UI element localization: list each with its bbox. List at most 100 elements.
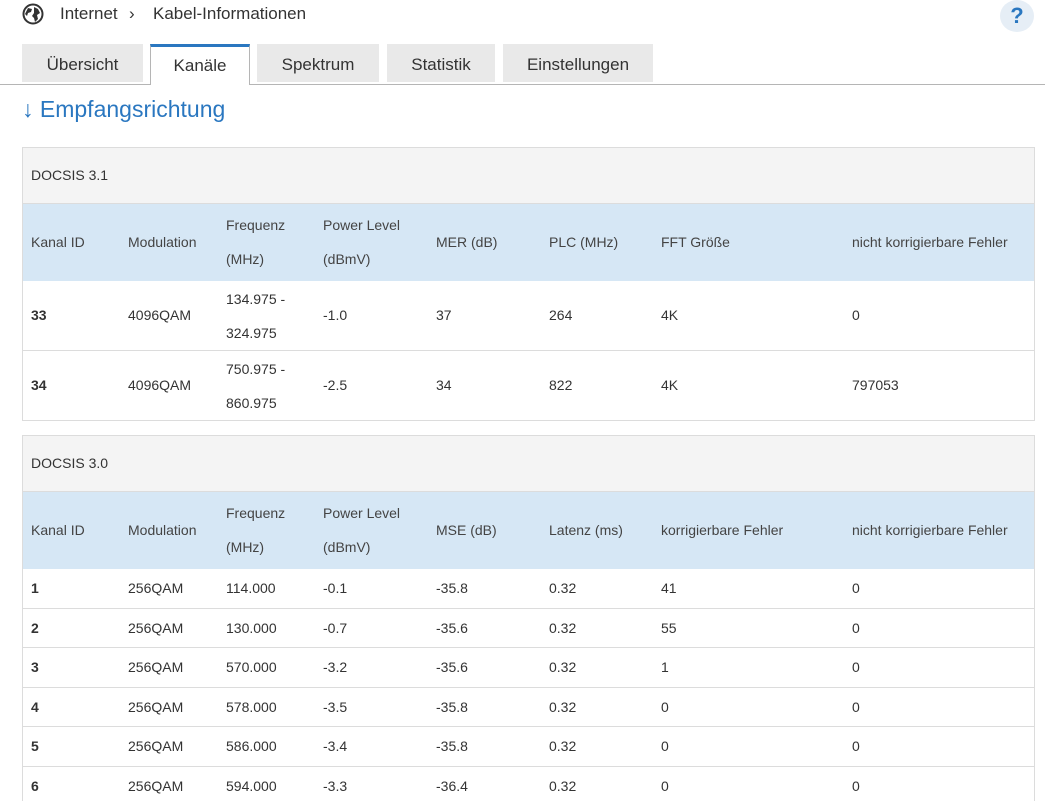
- cell-modulation: 256QAM: [128, 699, 183, 715]
- cell-modulation: 4096QAM: [128, 307, 191, 323]
- cell-mse: -35.6: [436, 659, 468, 675]
- col-fft: FFT Größe: [661, 234, 730, 250]
- cell-fft: 4K: [661, 377, 678, 393]
- col-mer: MER (dB): [436, 234, 497, 250]
- docsis30-table: DOCSIS 3.0 Kanal ID Modulation Frequenz(…: [22, 435, 1035, 801]
- cell-korrigierbar: 0: [661, 699, 669, 715]
- cell-nicht-korrigierbar: 0: [852, 580, 860, 596]
- tab-kanaele[interactable]: Kanäle: [150, 44, 250, 85]
- cell-nicht-korrigierbar: 0: [852, 659, 860, 675]
- cell-frequenz: 586.000: [226, 738, 277, 754]
- cell-kanal-id: 3: [31, 659, 39, 675]
- cell-kanal-id: 1: [31, 580, 39, 596]
- cell-frequenz: 130.000: [226, 620, 277, 636]
- cell-latenz: 0.32: [549, 620, 576, 636]
- col-modulation: Modulation: [128, 234, 197, 250]
- cell-power: -0.7: [323, 620, 347, 636]
- cell-kanal-id: 6: [31, 778, 39, 794]
- table-row: 6 256QAM 594.000 -3.3 -36.4 0.32 0 0: [23, 767, 1034, 805]
- col-frequenz: Frequenz(MHz): [226, 496, 285, 564]
- col-power-line2: (dBmV): [323, 251, 370, 267]
- globe-icon: [22, 3, 44, 25]
- col-power-line1: Power Level: [323, 505, 400, 521]
- cell-mse: -35.6: [436, 620, 468, 636]
- cell-korrigierbar: 0: [661, 778, 669, 794]
- cell-frequenz-line1: 750.975 -: [226, 361, 285, 377]
- cell-modulation: 256QAM: [128, 738, 183, 754]
- cell-mer: 34: [436, 377, 452, 393]
- cell-frequenz: 134.975 - 324.975: [226, 282, 285, 350]
- cell-nicht-korrigierbar: 0: [852, 778, 860, 794]
- col-power: Power Level (dBmV): [323, 496, 400, 564]
- table-row: 34 4096QAM 750.975 -860.975 -2.5 34 822 …: [23, 351, 1034, 420]
- cell-frequenz: 578.000: [226, 699, 277, 715]
- cell-korrigierbar: 0: [661, 738, 669, 754]
- cell-plc: 822: [549, 377, 572, 393]
- col-plc: PLC (MHz): [549, 234, 618, 250]
- col-latenz: Latenz (ms): [549, 522, 623, 538]
- table-row: 2 256QAM 130.000 -0.7 -35.6 0.32 55 0: [23, 609, 1034, 649]
- cell-nicht-korrigierbar: 0: [852, 307, 860, 323]
- col-nicht-korrigierbar: nicht korrigierbare Fehler: [852, 234, 1008, 250]
- cell-kanal-id: 4: [31, 699, 39, 715]
- col-power: Power Level (dBmV): [323, 208, 400, 276]
- tab-statistik[interactable]: Statistik: [387, 44, 495, 82]
- panel-title: DOCSIS 3.0: [23, 436, 1034, 492]
- cell-nicht-korrigierbar: 0: [852, 620, 860, 636]
- cell-power: -3.3: [323, 778, 347, 794]
- col-power-line1: Power Level: [323, 217, 400, 233]
- cell-fft: 4K: [661, 307, 678, 323]
- cell-frequenz: 750.975 - 860.975: [226, 352, 285, 420]
- table-row: 5 256QAM 586.000 -3.4 -35.8 0.32 0 0: [23, 727, 1034, 767]
- tab-einstellungen[interactable]: Einstellungen: [503, 44, 653, 82]
- breadcrumb: Internet › Kabel-Informationen ?: [0, 0, 1045, 32]
- docsis31-table: DOCSIS 3.1 Kanal ID Modulation Frequenz(…: [22, 147, 1035, 421]
- help-icon[interactable]: ?: [1000, 0, 1034, 32]
- cell-power: -0.1: [323, 580, 347, 596]
- table-row: 3 256QAM 570.000 -3.2 -35.6 0.32 1 0: [23, 648, 1034, 688]
- cell-korrigierbar: 55: [661, 620, 677, 636]
- col-frequenz-line2: (MHz): [226, 251, 264, 267]
- cell-nicht-korrigierbar: 797053: [852, 377, 899, 393]
- col-korrigierbar: korrigierbare Fehler: [661, 522, 783, 538]
- cell-modulation: 4096QAM: [128, 377, 191, 393]
- cell-power: -1.0: [323, 307, 347, 323]
- tab-uebersicht[interactable]: Übersicht: [22, 44, 143, 82]
- cell-modulation: 256QAM: [128, 580, 183, 596]
- table-row: 33 4096QAM 134.975 -324.975 -1.0 37 264 …: [23, 281, 1034, 351]
- cell-frequenz-line2: 324.975: [226, 325, 277, 341]
- breadcrumb-current: Kabel-Informationen: [153, 4, 306, 24]
- table-row: 1 256QAM 114.000 -0.1 -35.8 0.32 41 0: [23, 569, 1034, 609]
- tab-bar: Übersicht Kanäle Spektrum Statistik Eins…: [0, 44, 1045, 85]
- table-header: Kanal ID Modulation Frequenz(MHz) Power …: [23, 492, 1034, 569]
- cell-korrigierbar: 41: [661, 580, 677, 596]
- cell-power: -3.5: [323, 699, 347, 715]
- cell-mse: -36.4: [436, 778, 468, 794]
- table-header: Kanal ID Modulation Frequenz(MHz) Power …: [23, 204, 1034, 281]
- cell-korrigierbar: 1: [661, 659, 669, 675]
- cell-nicht-korrigierbar: 0: [852, 738, 860, 754]
- cell-frequenz-line1: 134.975 -: [226, 291, 285, 307]
- cell-latenz: 0.32: [549, 580, 576, 596]
- cell-frequenz-line2: 860.975: [226, 395, 277, 411]
- cell-mse: -35.8: [436, 699, 468, 715]
- cell-mer: 37: [436, 307, 452, 323]
- cell-modulation: 256QAM: [128, 659, 183, 675]
- col-nicht-korrigierbar: nicht korrigierbare Fehler: [852, 522, 1008, 538]
- cell-kanal-id: 5: [31, 738, 39, 754]
- cell-latenz: 0.32: [549, 699, 576, 715]
- col-power-line2: (dBmV): [323, 539, 370, 555]
- col-frequenz-line1: Frequenz: [226, 505, 285, 521]
- panel-title: DOCSIS 3.1: [23, 148, 1034, 204]
- col-frequenz: Frequenz(MHz): [226, 208, 285, 276]
- cell-power: -3.4: [323, 738, 347, 754]
- table-row: 4 256QAM 578.000 -3.5 -35.8 0.32 0 0: [23, 688, 1034, 728]
- cell-latenz: 0.32: [549, 738, 576, 754]
- section-title: ↓ Empfangsrichtung: [22, 96, 225, 123]
- breadcrumb-internet-link[interactable]: Internet: [60, 4, 118, 24]
- cell-latenz: 0.32: [549, 778, 576, 794]
- tab-spektrum[interactable]: Spektrum: [257, 44, 379, 82]
- cell-modulation: 256QAM: [128, 778, 183, 794]
- cell-modulation: 256QAM: [128, 620, 183, 636]
- cell-power: -3.2: [323, 659, 347, 675]
